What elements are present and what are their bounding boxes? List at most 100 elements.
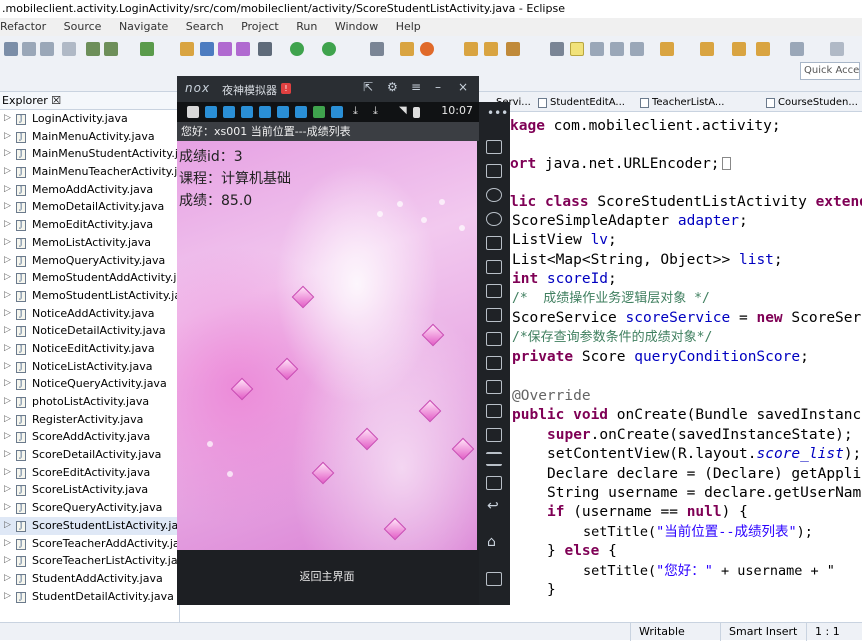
menu-project[interactable]: Project bbox=[241, 18, 279, 36]
explorer-file-item[interactable]: ▷ J ScoreListActivity.java bbox=[0, 481, 179, 499]
sync-icon[interactable] bbox=[486, 476, 502, 490]
explorer-file-item[interactable]: ▷ J MemoListActivity.java bbox=[0, 234, 179, 252]
paragraph-icon[interactable] bbox=[630, 42, 644, 56]
back-arrow-icon[interactable]: ↩ bbox=[487, 498, 499, 514]
expand-arrow-icon[interactable]: ▷ bbox=[4, 517, 11, 535]
explorer-file-item[interactable]: ▷ JphotoListActivity.java bbox=[0, 393, 179, 411]
new-interface-icon[interactable] bbox=[236, 42, 250, 56]
folder-icon[interactable] bbox=[464, 42, 478, 56]
check-icon[interactable] bbox=[140, 42, 154, 56]
menu-refactor[interactable]: Refactor bbox=[0, 18, 46, 36]
expand-arrow-icon[interactable]: ▷ bbox=[4, 411, 11, 429]
camera-icon[interactable] bbox=[486, 428, 502, 442]
expand-arrow-icon[interactable]: ▷ bbox=[4, 588, 11, 606]
wrench-icon[interactable] bbox=[370, 42, 384, 56]
expand-arrow-icon[interactable]: ▷ bbox=[4, 499, 11, 517]
record-icon[interactable] bbox=[486, 404, 502, 418]
explorer-file-item[interactable]: ▷ J MemoAddActivity.java bbox=[0, 181, 179, 199]
block-icon[interactable] bbox=[610, 42, 624, 56]
explorer-file-item[interactable]: ▷ J MemoDetailActivity.java bbox=[0, 198, 179, 216]
expand-arrow-icon[interactable]: ▷ bbox=[4, 145, 11, 163]
explorer-file-item[interactable]: ▷ J ScoreQueryActivity.java bbox=[0, 499, 179, 517]
expand-arrow-icon[interactable]: ▷ bbox=[4, 358, 11, 376]
explorer-tab[interactable]: Explorer ☒ bbox=[0, 92, 179, 110]
volume-up-icon[interactable] bbox=[486, 308, 502, 322]
expand-arrow-icon[interactable]: ▷ bbox=[4, 428, 11, 446]
expand-arrow-icon[interactable]: ▷ bbox=[4, 269, 11, 287]
highlight-icon[interactable] bbox=[570, 42, 584, 56]
next-annotation-icon[interactable] bbox=[660, 42, 674, 56]
expand-arrow-icon[interactable]: ▷ bbox=[4, 128, 11, 146]
explorer-file-item[interactable]: ▷ J RegisterActivity.java bbox=[0, 411, 179, 429]
expand-arrow-icon[interactable]: ▷ bbox=[4, 287, 11, 305]
screen-icon[interactable] bbox=[486, 236, 502, 250]
expand-arrow-icon[interactable]: ▷ bbox=[4, 305, 11, 323]
explorer-file-item[interactable]: ▷ J StudentDetailActivity.java bbox=[0, 588, 179, 606]
explorer-file-item[interactable]: ▷ J ScoreTeacherAddActivity.java bbox=[0, 535, 179, 553]
pencil-icon[interactable] bbox=[506, 42, 520, 56]
expand-arrow-icon[interactable]: ▷ bbox=[4, 535, 11, 553]
location-icon[interactable] bbox=[486, 212, 502, 226]
expand-arrow-icon[interactable]: ▷ bbox=[4, 198, 11, 216]
menu-help[interactable]: Help bbox=[396, 18, 421, 36]
folded-code-icon[interactable] bbox=[721, 157, 731, 170]
expand-arrow-icon[interactable]: ▷ bbox=[4, 340, 11, 358]
debug-icon[interactable] bbox=[322, 42, 336, 56]
expand-arrow-icon[interactable]: ▷ bbox=[4, 481, 11, 499]
new-java-icon[interactable] bbox=[200, 42, 214, 56]
search-icon[interactable] bbox=[550, 42, 564, 56]
format-icon[interactable] bbox=[590, 42, 604, 56]
explorer-file-item[interactable]: ▷ J LoginActivity.java bbox=[0, 110, 179, 128]
fullscreen-icon[interactable] bbox=[486, 284, 502, 298]
new-icon[interactable] bbox=[4, 42, 18, 56]
explorer-file-item[interactable]: ▷ J MemoEditActivity.java bbox=[0, 216, 179, 234]
volume-down-icon[interactable] bbox=[486, 332, 502, 346]
close-icon[interactable]: × bbox=[458, 80, 468, 94]
quick-access-input[interactable]: Quick Acce bbox=[800, 62, 860, 80]
back-to-main-button[interactable]: 返回主界面 bbox=[177, 568, 477, 584]
expand-arrow-icon[interactable]: ▷ bbox=[4, 375, 11, 393]
expand-arrow-icon[interactable]: ▷ bbox=[4, 322, 11, 340]
explorer-file-item[interactable]: ▷ J NoticeListActivity.java bbox=[0, 358, 179, 376]
minimize-icon[interactable]: – bbox=[435, 80, 441, 94]
explorer-file-item[interactable]: ▷ J NoticeEditActivity.java bbox=[0, 340, 179, 358]
expand-arrow-icon[interactable]: ▷ bbox=[4, 393, 11, 411]
perspective-icon[interactable] bbox=[830, 42, 844, 56]
print-icon[interactable] bbox=[62, 42, 76, 56]
menu-navigate[interactable]: Navigate bbox=[119, 18, 168, 36]
new-class-icon[interactable] bbox=[218, 42, 232, 56]
expand-arrow-icon[interactable]: ▷ bbox=[4, 216, 11, 234]
list-icon[interactable] bbox=[486, 452, 502, 466]
download-icon[interactable] bbox=[86, 42, 100, 56]
expand-arrow-icon[interactable]: ▷ bbox=[4, 446, 11, 464]
scissors-icon[interactable] bbox=[486, 188, 502, 202]
editor-tab-coursestudent[interactable]: CourseStuden... bbox=[764, 94, 858, 111]
expand-arrow-icon[interactable]: ▷ bbox=[4, 552, 11, 570]
menu-icon[interactable]: ≡ bbox=[411, 80, 421, 94]
expand-arrow-icon[interactable]: ▷ bbox=[4, 181, 11, 199]
explorer-file-item[interactable]: ▷ J NoticeDetailActivity.java bbox=[0, 322, 179, 340]
screenshot-icon[interactable] bbox=[486, 356, 502, 370]
settings-icon[interactable] bbox=[258, 42, 272, 56]
forward-icon[interactable] bbox=[756, 42, 770, 56]
run-icon[interactable] bbox=[290, 42, 304, 56]
explorer-file-item[interactable]: ▷ J ScoreStudentListActivity.java bbox=[0, 516, 179, 535]
explorer-file-item[interactable]: ▷ J ScoreEditActivity.java bbox=[0, 464, 179, 482]
expand-arrow-icon[interactable]: ▷ bbox=[4, 163, 11, 181]
explorer-file-item[interactable]: ▷ J MainMenuTeacherActivity.java bbox=[0, 163, 179, 181]
explorer-file-item[interactable]: ▷ J NoticeAddActivity.java bbox=[0, 305, 179, 323]
target-icon[interactable] bbox=[420, 42, 434, 56]
explorer-file-item[interactable]: ▷ J StudentAddActivity.java bbox=[0, 570, 179, 588]
explorer-file-item[interactable]: ▷ J MainMenuActivity.java bbox=[0, 128, 179, 146]
forward-arrow-icon[interactable] bbox=[790, 42, 804, 56]
menu-run[interactable]: Run bbox=[296, 18, 317, 36]
grid-icon[interactable] bbox=[400, 42, 414, 56]
apk-icon[interactable] bbox=[486, 260, 502, 274]
expand-arrow-icon[interactable]: ▷ bbox=[4, 234, 11, 252]
save-icon[interactable] bbox=[22, 42, 36, 56]
explorer-file-item[interactable]: ▷ J ScoreTeacherListActivity.java bbox=[0, 552, 179, 570]
multi-window-icon[interactable] bbox=[486, 140, 502, 154]
explorer-file-item[interactable]: ▷ J NoticeQueryActivity.java bbox=[0, 375, 179, 393]
editor-tab-studentedit[interactable]: StudentEditA... bbox=[536, 94, 625, 111]
back-icon[interactable] bbox=[732, 42, 746, 56]
